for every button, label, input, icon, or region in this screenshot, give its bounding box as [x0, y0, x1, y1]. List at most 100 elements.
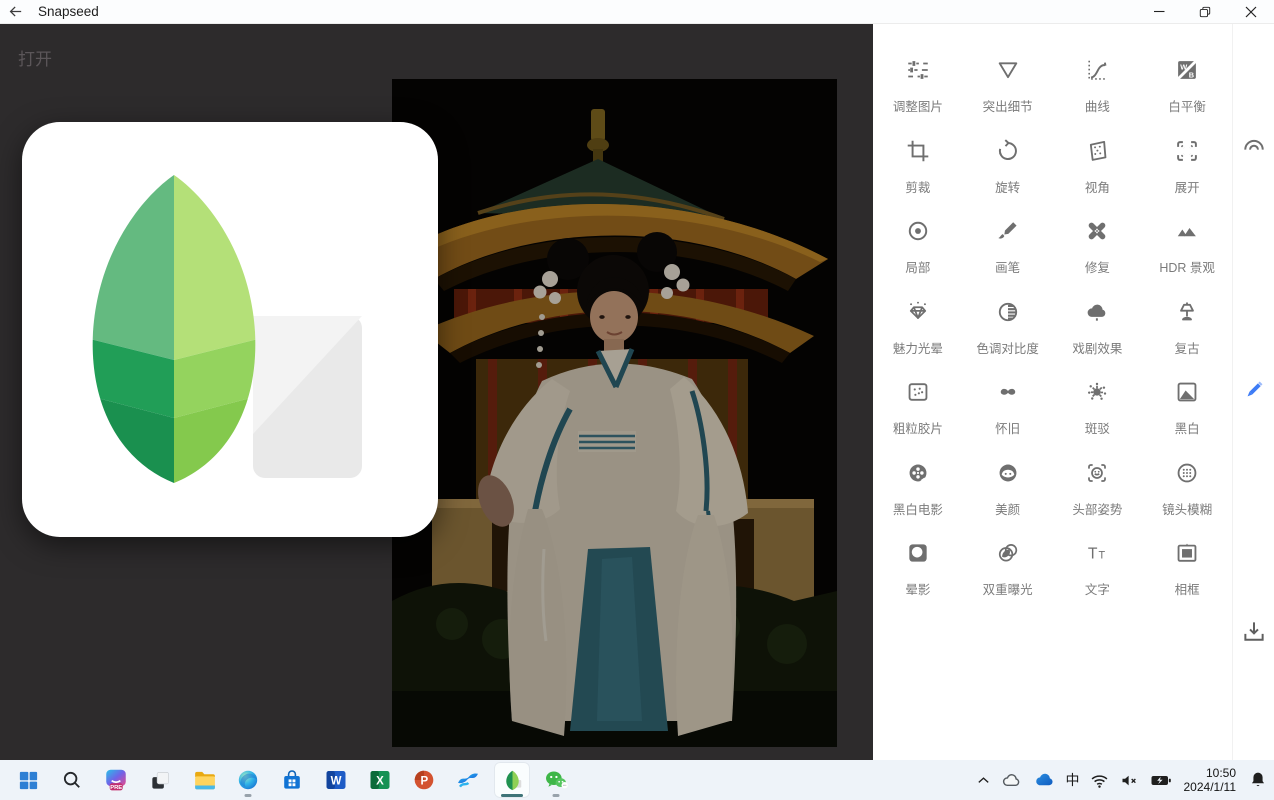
- weather-cloud-button[interactable]: [999, 764, 1024, 796]
- export-tab[interactable]: [1240, 618, 1268, 651]
- tool-curves[interactable]: 曲线: [1053, 47, 1143, 128]
- tool-label: 修复: [1085, 257, 1110, 276]
- clock[interactable]: 10:50 2024/1/11: [1184, 766, 1237, 794]
- tool-label: 突出细节: [983, 96, 1033, 115]
- tool-selective[interactable]: 局部: [873, 208, 963, 289]
- edge-button[interactable]: [230, 762, 266, 798]
- tool-label: 晕影: [905, 579, 930, 598]
- tool-drama[interactable]: 戏剧效果: [1053, 289, 1143, 370]
- title-bar: Snapseed: [0, 0, 1274, 24]
- head-pose-icon: [1084, 460, 1110, 486]
- powerpoint-button[interactable]: P: [406, 762, 442, 798]
- expand-icon: [1174, 138, 1200, 164]
- word-button[interactable]: W: [318, 762, 354, 798]
- close-button[interactable]: [1228, 0, 1274, 23]
- tool-face-enhance[interactable]: 美颜: [963, 450, 1053, 531]
- looks-tab[interactable]: [1240, 131, 1268, 164]
- task-view-icon: [149, 769, 172, 792]
- chevron-up-icon: [976, 773, 991, 788]
- copilot-button[interactable]: PRE: [98, 762, 134, 798]
- volume-mute-icon: [1119, 770, 1140, 791]
- tool-expand[interactable]: 展开: [1142, 128, 1232, 209]
- excel-button[interactable]: X: [362, 762, 398, 798]
- volume-muted-button[interactable]: [1118, 764, 1141, 796]
- tool-label: 镜头模糊: [1162, 499, 1212, 518]
- snapseed-leaf-logo: [22, 122, 438, 537]
- battery-button[interactable]: [1148, 764, 1174, 796]
- tool-rotate[interactable]: 旋转: [963, 128, 1053, 209]
- wechat-icon: [543, 767, 569, 793]
- wifi-button[interactable]: [1088, 764, 1111, 796]
- tool-label: 白平衡: [1168, 96, 1206, 115]
- svg-text:P: P: [420, 775, 428, 787]
- onedrive-button[interactable]: [1031, 764, 1058, 796]
- tool-black-white[interactable]: 黑白: [1142, 369, 1232, 450]
- tool-white-balance[interactable]: WB白平衡: [1142, 47, 1232, 128]
- details-icon: [995, 57, 1021, 83]
- tool-lens-blur[interactable]: 镜头模糊: [1142, 450, 1232, 531]
- tool-crop[interactable]: 剪裁: [873, 128, 963, 209]
- restore-icon: [1199, 6, 1211, 18]
- tool-label: 戏剧效果: [1072, 338, 1122, 357]
- tool-retrolux[interactable]: 怀旧: [963, 369, 1053, 450]
- tray-overflow-button[interactable]: [975, 764, 992, 796]
- tools-tab-active[interactable]: [1240, 376, 1268, 409]
- tool-label: 相框: [1175, 579, 1200, 598]
- file-explorer-icon: [192, 768, 217, 793]
- download-icon: [1240, 618, 1268, 646]
- tool-details[interactable]: 突出细节: [963, 47, 1053, 128]
- tool-vintage[interactable]: 复古: [1142, 289, 1232, 370]
- tool-double-exposure[interactable]: 双重曝光: [963, 530, 1053, 611]
- snapseed-taskbar-button[interactable]: [494, 762, 530, 798]
- tool-noir[interactable]: 黑白电影: [873, 450, 963, 531]
- face-enhance-icon: [995, 460, 1021, 486]
- tool-label: 局部: [905, 257, 930, 276]
- start-button[interactable]: [10, 762, 46, 798]
- file-explorer-button[interactable]: [186, 762, 222, 798]
- tool-healing[interactable]: 修复: [1053, 208, 1143, 289]
- tool-vignette[interactable]: 晕影: [873, 530, 963, 611]
- selective-icon: [905, 218, 931, 244]
- word-icon: W: [324, 768, 348, 792]
- healing-icon: [1084, 218, 1110, 244]
- microsoft-store-button[interactable]: [274, 762, 310, 798]
- editor-canvas: 打开: [0, 23, 873, 760]
- search-button[interactable]: [54, 762, 90, 798]
- tool-label: 魅力光晕: [893, 338, 943, 357]
- tool-grunge[interactable]: 斑驳: [1053, 369, 1143, 450]
- tool-head-pose[interactable]: 头部姿势: [1053, 450, 1143, 531]
- wechat-button[interactable]: [538, 762, 574, 798]
- tool-perspective[interactable]: 视角: [1053, 128, 1143, 209]
- minimize-button[interactable]: [1136, 0, 1182, 23]
- ime-indicator[interactable]: 中: [1065, 764, 1081, 796]
- microsoft-store-icon: [280, 768, 304, 792]
- windows-start-icon: [17, 769, 40, 792]
- tool-grainy-film[interactable]: 粗粒胶片: [873, 369, 963, 450]
- tool-brush[interactable]: 画笔: [963, 208, 1053, 289]
- tool-label: 视角: [1085, 177, 1110, 196]
- wsa-button[interactable]: [450, 762, 486, 798]
- battery-charging-icon: [1149, 768, 1173, 792]
- notifications-button[interactable]: [1246, 764, 1270, 796]
- back-button[interactable]: [0, 0, 30, 23]
- restore-button[interactable]: [1182, 0, 1228, 23]
- open-button[interactable]: 打开: [18, 45, 52, 70]
- tool-frames[interactable]: 相框: [1142, 530, 1232, 611]
- glamour-glow-icon: [905, 299, 931, 325]
- pencil-icon: [1240, 376, 1268, 404]
- tools-panel: 调整图片 突出细节 曲线 WB白平衡 剪裁 旋转 视角 展开 局部 画笔 修复 …: [873, 23, 1232, 760]
- tool-hdr-scape[interactable]: HDR 景观: [1142, 208, 1232, 289]
- photo-canvas[interactable]: [392, 79, 837, 747]
- tool-label: 复古: [1175, 338, 1200, 357]
- tune-image-icon: [905, 57, 931, 83]
- tool-glamour-glow[interactable]: 魅力光晕: [873, 289, 963, 370]
- svg-text:PRE: PRE: [110, 785, 122, 791]
- tool-tonal-contrast[interactable]: 色调对比度: [963, 289, 1053, 370]
- cloud-icon: [1000, 769, 1023, 792]
- svg-text:B: B: [1189, 71, 1194, 80]
- brush-icon: [995, 218, 1021, 244]
- tool-tune-image[interactable]: 调整图片: [873, 47, 963, 128]
- clock-date: 2024/1/11: [1184, 780, 1237, 794]
- task-view-button[interactable]: [142, 762, 178, 798]
- tool-text[interactable]: TT文字: [1053, 530, 1143, 611]
